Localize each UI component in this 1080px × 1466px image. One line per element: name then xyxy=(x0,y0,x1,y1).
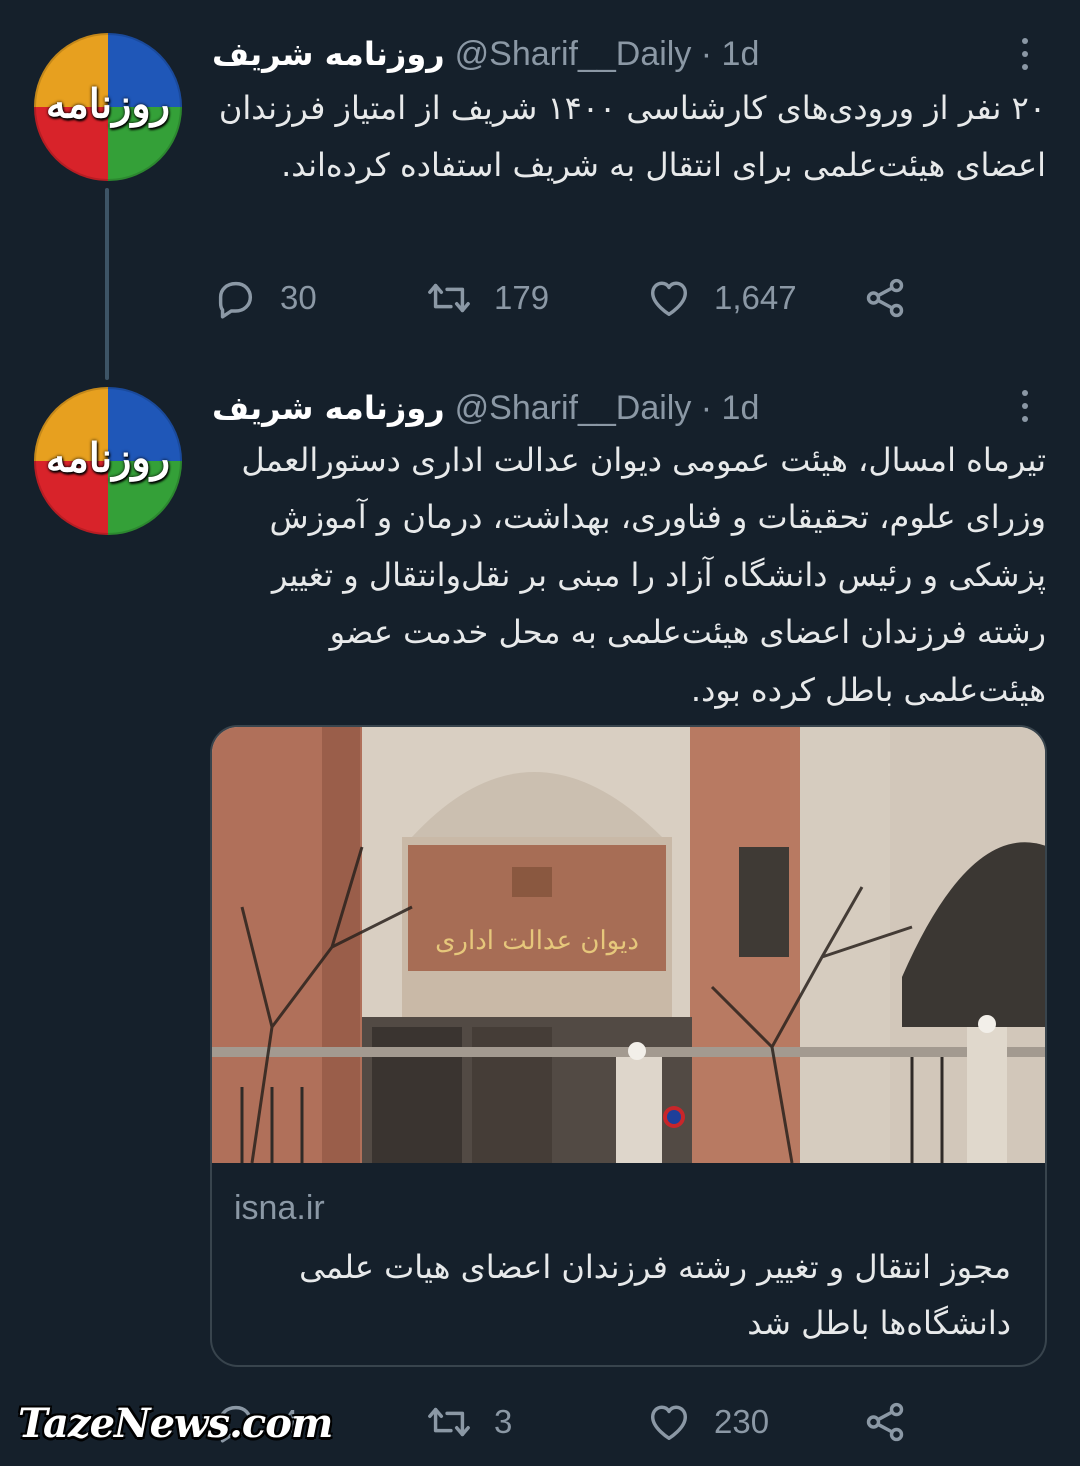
retweet-button[interactable]: 3 xyxy=(426,1392,512,1452)
display-name[interactable]: روزنامه شریف xyxy=(212,389,445,427)
like-count: 1,647 xyxy=(714,279,797,316)
retweet-icon xyxy=(428,283,470,313)
reply-icon xyxy=(218,281,253,319)
tweet-actions: 30 179 1,647 xyxy=(212,268,932,328)
avatar-logo-text: روزنامه xyxy=(45,80,171,128)
heart-icon xyxy=(650,1405,688,1441)
avatar-logo-text: روزنامه xyxy=(45,434,171,482)
card-title: مجوز انتقال و تغییر رشته فرزندان اعضای ه… xyxy=(299,1248,1011,1342)
avatar[interactable]: روزنامه xyxy=(34,387,182,535)
share-icon xyxy=(866,1402,904,1442)
handle-and-time[interactable]: @Sharif__Daily · 1d xyxy=(455,35,760,74)
handle-and-time[interactable]: @Sharif__Daily · 1d xyxy=(455,389,760,428)
like-count: 230 xyxy=(714,1403,770,1440)
building-sign-text: دیوان عدالت اداری xyxy=(435,926,639,956)
more-vertical-icon[interactable] xyxy=(1012,34,1038,74)
display-name[interactable]: روزنامه شریف xyxy=(212,35,445,73)
tweet-header: روزنامه شریف @Sharif__Daily · 1d xyxy=(212,386,1006,430)
avatar[interactable]: روزنامه xyxy=(34,33,182,181)
building-photo: دیوان عدالت اداری xyxy=(212,727,1045,1163)
tweet-2[interactable]: روزنامه روزنامه شریف @Sharif__Daily · 1d… xyxy=(0,360,1080,1466)
thread-connector-line xyxy=(105,188,109,380)
like-button[interactable]: 1,647 xyxy=(646,268,797,328)
reply-count: 30 xyxy=(280,279,317,316)
tweet-header: روزنامه شریف @Sharif__Daily · 1d xyxy=(212,32,1006,76)
reply-button[interactable]: 30 xyxy=(212,268,317,328)
share-button[interactable] xyxy=(862,1392,908,1452)
retweet-count: 3 xyxy=(494,1403,513,1440)
retweet-icon xyxy=(428,1407,470,1437)
retweet-count: 179 xyxy=(494,279,550,316)
like-button[interactable]: 230 xyxy=(646,1392,769,1452)
card-image[interactable]: دیوان عدالت اداری xyxy=(212,727,1045,1163)
card-domain: isna.ir xyxy=(234,1189,325,1227)
share-button[interactable] xyxy=(862,268,908,328)
heart-icon xyxy=(650,281,688,317)
watermark-logo: TazeNews.com xyxy=(18,1400,333,1447)
link-card[interactable]: دیوان عدالت اداری isna.ir مجوز انتقال و … xyxy=(210,725,1047,1367)
retweet-button[interactable]: 179 xyxy=(426,268,549,328)
share-icon xyxy=(866,278,904,318)
tweet-text: تیرماه امسال، هیئت عمومی دیوان عدالت ادا… xyxy=(241,441,1046,709)
tweet-text: ۲۰ نفر از ورودی‌های کارشناسی ۱۴۰۰ شریف ا… xyxy=(218,89,1046,185)
more-vertical-icon[interactable] xyxy=(1012,386,1038,426)
tweet-1[interactable]: روزنامه روزنامه شریف @Sharif__Daily · 1d… xyxy=(0,0,1080,380)
